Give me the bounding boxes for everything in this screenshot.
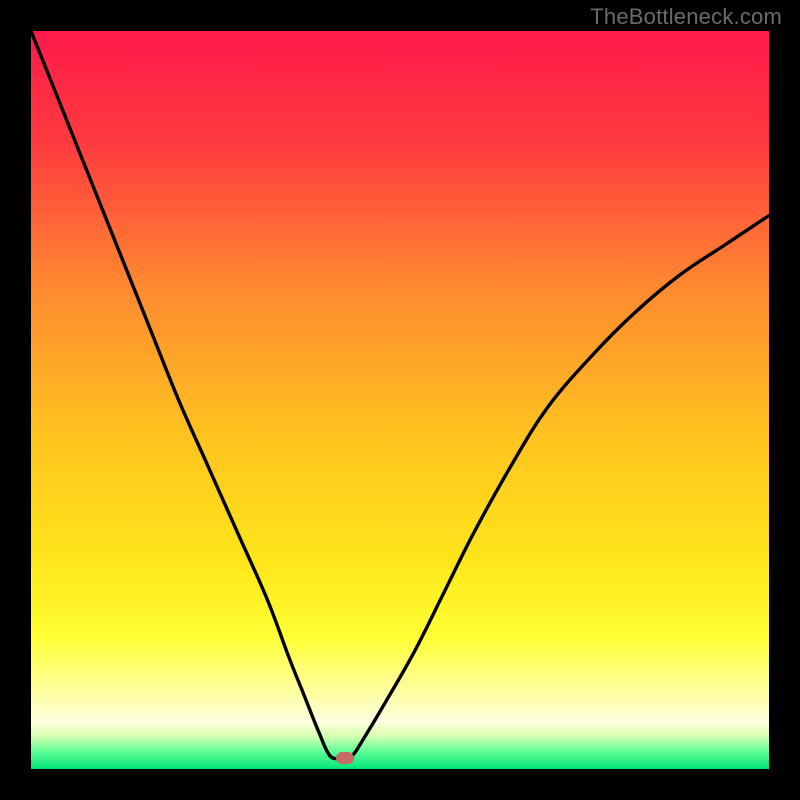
bottleneck-curve — [31, 31, 769, 769]
plot-area — [31, 31, 769, 769]
watermark-text: TheBottleneck.com — [590, 4, 782, 30]
optimal-point-marker — [336, 752, 354, 764]
chart-frame: TheBottleneck.com — [0, 0, 800, 800]
